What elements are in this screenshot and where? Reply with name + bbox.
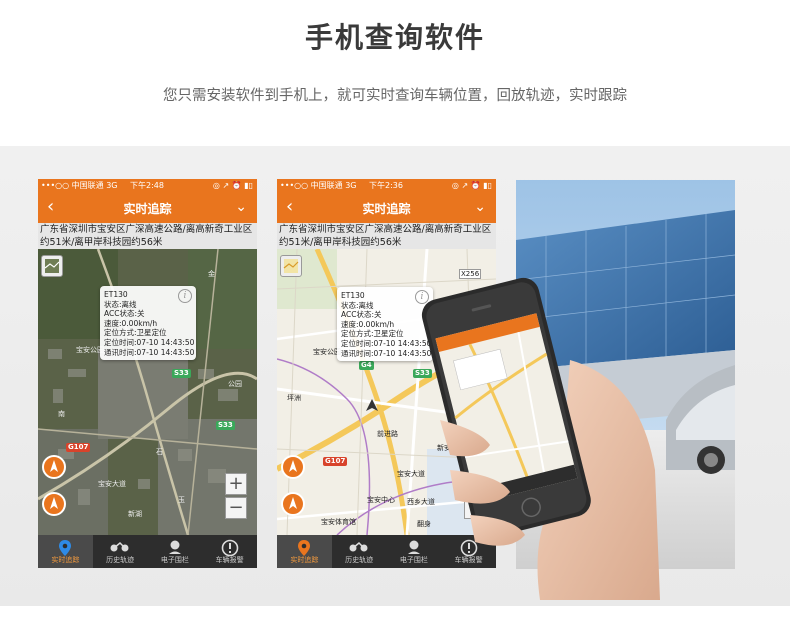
page-title: 手机查询软件 [304, 21, 485, 54]
chevron-down-icon[interactable]: ⌄ [235, 198, 247, 216]
nav-title: 实时追踪 [123, 202, 172, 216]
tab-geofence[interactable]: 电子围栏 [148, 535, 203, 568]
map-place-label: 石 [156, 448, 163, 456]
tab-history-track[interactable]: 历史轨迹 [332, 535, 387, 568]
comm-time: 通讯时间:07-10 14:43:50 [104, 347, 195, 357]
clock: 下午2:48 [130, 181, 164, 190]
road-shield: S33 [172, 369, 191, 378]
locate-button[interactable] [281, 492, 305, 516]
status-icons: ◎ ↗ ⏰ ▮▯ [212, 181, 253, 190]
map-place-label: 新湖 [128, 510, 142, 518]
position-time: 定位时间:07-10 14:43:50 [341, 338, 432, 348]
map-place-label: 金 [208, 270, 215, 278]
carrier-label: •••○○ 中国联通 3G [280, 181, 357, 190]
map-place-label: 宝安中心 [367, 496, 395, 504]
compass-button[interactable] [42, 455, 66, 479]
map-place-label: 坪洲 [287, 394, 301, 402]
hand-holding-phone-image [420, 270, 660, 600]
status-bar: •••○○ 中国联通 3G 下午2:36 ◎ ↗ ⏰ ▮▯ [277, 179, 496, 193]
device-status: 状态:离线 [341, 300, 374, 310]
tab-label: 实时追踪 [290, 556, 319, 564]
positioning-mode: 定位方式:卫星定位 [341, 329, 404, 339]
road-shield: S33 [216, 421, 235, 430]
tab-realtime-tracking[interactable]: 实时追踪 [277, 535, 332, 568]
tab-label: 历史轨迹 [106, 556, 135, 564]
road-shield: G107 [323, 457, 348, 466]
nav-bar: ‹ 实时追踪 ⌄ [277, 193, 496, 223]
map-layer-button[interactable] [41, 255, 63, 277]
page-subtitle: 您只需安装软件到手机上，就可实时查询车辆位置，回放轨迹，实时跟踪 [163, 88, 627, 104]
product-page: 手机查询软件 您只需安装软件到手机上，就可实时查询车辆位置，回放轨迹，实时跟踪 … [0, 0, 790, 637]
device-status: 状态:离线 [104, 299, 137, 309]
tab-bar: 实时追踪 历史轨迹 电子围栏 车辆报警 [38, 535, 257, 568]
map-place-label: 宝安体育馆 [321, 518, 356, 526]
nav-bar: ‹ 实时追踪 ⌄ [38, 193, 257, 223]
acc-status: ACC状态:关 [104, 309, 145, 319]
carrier-label: •••○○ 中国联通 3G [41, 181, 118, 190]
history-track-icon [110, 541, 129, 552]
tab-realtime-tracking[interactable]: 实时追踪 [38, 535, 93, 568]
tab-vehicle-alarm[interactable]: 车辆报警 [202, 535, 257, 568]
locate-button[interactable] [42, 492, 66, 516]
positioning-mode: 定位方式:卫星定位 [104, 328, 167, 338]
tab-label: 实时追踪 [51, 556, 80, 564]
clock: 下午2:36 [369, 181, 403, 190]
app-screenshot-satellite: •••○○ 中国联通 3G 下午2:48 ◎ ↗ ⏰ ▮▯ ‹ 实时追踪 ⌄ 广… [38, 179, 257, 568]
speed: 速度:0.00km/h [104, 318, 158, 328]
tab-label: 车辆报警 [215, 556, 244, 564]
acc-status: ACC状态:关 [341, 310, 382, 320]
road-shield: G4 [359, 361, 374, 370]
chevron-down-icon[interactable]: ⌄ [474, 198, 486, 216]
zoom-out-button[interactable]: − [225, 497, 247, 519]
speed: 速度:0.00km/h [341, 319, 395, 329]
tab-history-track[interactable]: 历史轨迹 [93, 535, 148, 568]
tab-label: 电子围栏 [160, 556, 189, 564]
tab-label: 历史轨迹 [345, 556, 374, 564]
map-place-label: 公园 [228, 380, 242, 388]
road-shield: G107 [66, 443, 91, 452]
map-layer-button[interactable] [280, 255, 302, 277]
map-place-label: 宝安大道 [98, 480, 126, 488]
vehicle-info-popup[interactable]: i ET130 状态:离线 ACC状态:关 速度:0.00km/h 定位方式:卫… [337, 287, 433, 361]
position-time: 定位时间:07-10 14:43:50 [104, 337, 195, 347]
history-track-icon [349, 541, 368, 552]
map-place-label: 玉 [178, 496, 185, 504]
compass-button[interactable] [281, 455, 305, 479]
address-banner: 广东省深圳市宝安区广深高速公路/离高新奇工业区约51米/离甲岸科技园约56米 [38, 223, 257, 249]
vehicle-info-popup[interactable]: i ET130 状态:离线 ACC状态:关 速度:0.00km/h 定位方式:卫… [100, 286, 196, 360]
status-bar: •••○○ 中国联通 3G 下午2:48 ◎ ↗ ⏰ ▮▯ [38, 179, 257, 193]
map-place-label: 南 [58, 410, 65, 418]
info-icon[interactable]: i [178, 289, 192, 303]
comm-time: 通讯时间:07-10 14:43:50 [341, 348, 432, 358]
zoom-in-button[interactable]: + [225, 473, 247, 495]
status-icons: ◎ ↗ ⏰ ▮▯ [451, 181, 492, 190]
address-banner: 广东省深圳市宝安区广深高速公路/离高新奇工业区约51米/离甲岸科技园约56米 [277, 223, 496, 249]
nav-title: 实时追踪 [362, 202, 411, 216]
map-place-label: 前进路 [377, 430, 398, 438]
